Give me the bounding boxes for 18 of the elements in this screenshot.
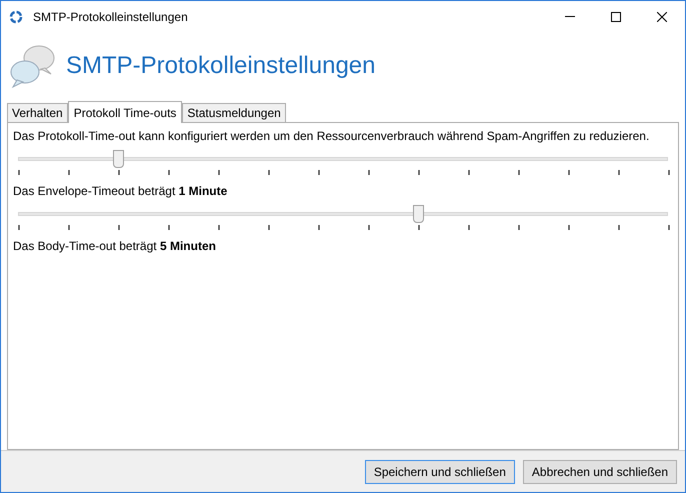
- description-text: Das Protokoll-Time-out kann konfiguriert werden um den Ressourcenverbrauch während Spam-Angriffen zu reduzieren.: [13, 129, 650, 144]
- slider-thumb[interactable]: [112, 150, 124, 168]
- timeout-caption: Das Body-Time-out beträgt 5 Minuten: [13, 239, 217, 254]
- minimize-icon: [565, 16, 575, 17]
- dialog-button[interactable]: Speichern und schließen: [364, 460, 515, 484]
- timeout-caption: Das Envelope-Timeout beträgt 1 Minute: [13, 184, 228, 199]
- slider[interactable]: [18, 205, 668, 223]
- header-title: SMTP-Protokolleinstellungen: [66, 51, 376, 81]
- close-icon: [657, 12, 667, 22]
- dialog-button[interactable]: Abbrechen und schließen: [522, 460, 677, 484]
- tab[interactable]: Protokoll Time-outs: [68, 101, 182, 123]
- slider[interactable]: [18, 150, 668, 168]
- tab[interactable]: Statusmeldungen: [182, 103, 286, 122]
- app-icon: [9, 10, 23, 24]
- maximize-icon: [611, 12, 621, 22]
- window-title: SMTP-Protokolleinstellungen: [33, 8, 188, 26]
- slider-thumb[interactable]: [413, 205, 424, 223]
- tab[interactable]: Verhalten: [7, 103, 68, 122]
